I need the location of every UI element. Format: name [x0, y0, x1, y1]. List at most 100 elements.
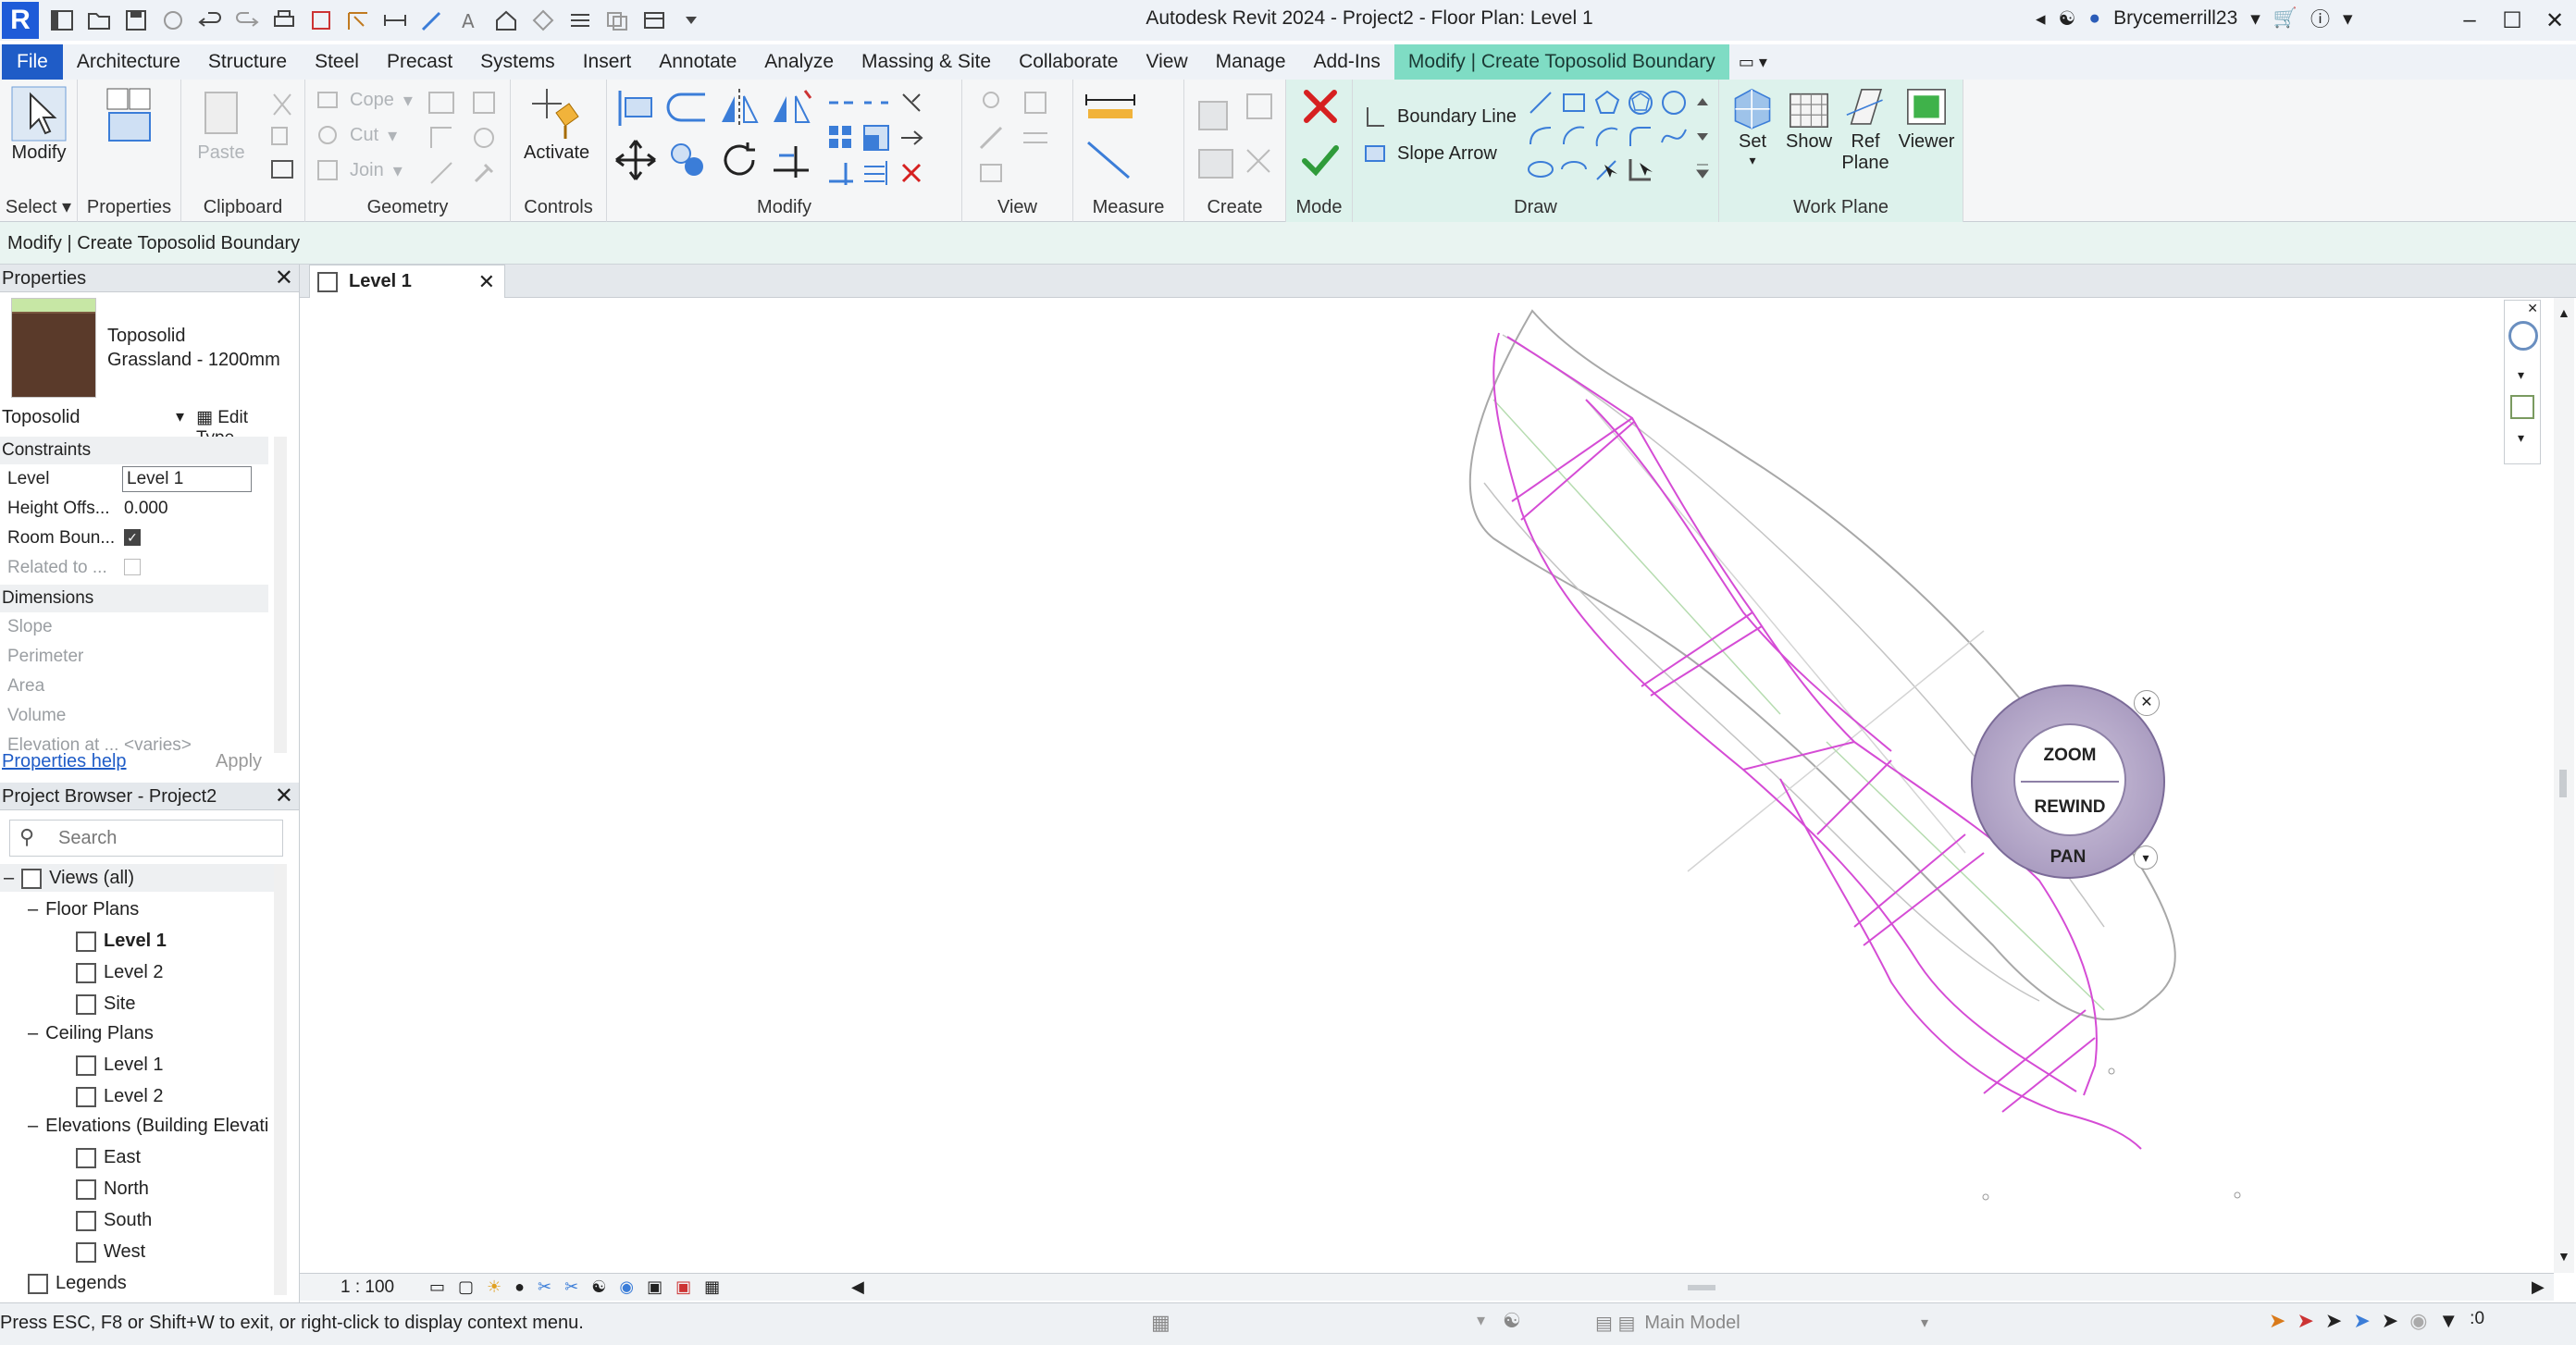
redo-icon[interactable]	[233, 6, 261, 34]
chevron-down-icon[interactable]: ▾	[176, 407, 184, 426]
revit-logo[interactable]: R	[2, 2, 39, 39]
join-button[interactable]: Join ▾	[315, 157, 402, 183]
ribbon-display-options-icon[interactable]: ▭ ▾	[1729, 44, 1777, 80]
view-tab-level-1[interactable]: Level 1 ✕	[309, 265, 505, 298]
trim-extend-icon[interactable]	[768, 137, 814, 183]
tree-north[interactable]: North	[76, 1178, 149, 1200]
type-selector[interactable]: Toposolid ▾ ▦ Edit Type	[0, 403, 291, 448]
cancel-edit-mode-icon[interactable]	[1299, 85, 1342, 128]
browser-search-input[interactable]: ⚲ Search	[9, 820, 283, 857]
fillet-arc-icon[interactable]	[1625, 120, 1656, 152]
tree-floor-plans[interactable]: – Floor Plans	[28, 899, 139, 920]
copy-element-icon[interactable]	[664, 137, 711, 183]
tab-massing-site[interactable]: Massing & Site	[848, 44, 1005, 80]
chevron-left-icon[interactable]: ◀	[851, 1277, 864, 1297]
user-icon[interactable]: ●	[2088, 7, 2100, 30]
partial-ellipse-icon[interactable]	[1558, 154, 1590, 185]
steering-wheel-icon[interactable]	[2508, 321, 2538, 351]
tree-elevations[interactable]: – Elevations (Building Elevati	[28, 1116, 270, 1137]
pick-lines-icon[interactable]	[1591, 154, 1623, 185]
detail-level-icon[interactable]: ▭	[429, 1277, 445, 1297]
export-icon[interactable]	[307, 6, 335, 34]
tab-architecture[interactable]: Architecture	[63, 44, 194, 80]
tree-legends[interactable]: Legends	[28, 1273, 127, 1294]
shadows-icon[interactable]: ●	[514, 1277, 525, 1297]
chevron-down-icon[interactable]: ▼	[2557, 1249, 2570, 1264]
hide-bulb-icon[interactable]	[975, 87, 1007, 118]
sun-path-icon[interactable]: ☀	[487, 1277, 502, 1297]
height-offset-field[interactable]: 0.000	[124, 494, 168, 524]
level-field[interactable]: Level 1	[122, 466, 252, 492]
copy-icon[interactable]	[266, 122, 298, 154]
rotate-icon[interactable]	[716, 137, 762, 183]
tab-insert[interactable]: Insert	[569, 44, 646, 80]
wheel-rewind[interactable]: REWIND	[2015, 797, 2124, 818]
circumscribed-polygon-icon[interactable]	[1625, 87, 1656, 118]
print-icon[interactable]	[270, 6, 298, 34]
section-constraints[interactable]: Constraints	[0, 437, 268, 464]
mirror-draw-icon[interactable]	[768, 85, 814, 131]
select-pinned-icon[interactable]: ➤	[2325, 1309, 2342, 1333]
hammer-icon[interactable]	[468, 157, 500, 189]
paste-button[interactable]: Paste	[192, 85, 250, 164]
properties-help-link[interactable]: Properties help	[2, 751, 127, 772]
constraints-icon[interactable]: ▦	[704, 1277, 720, 1297]
tab-steel[interactable]: Steel	[301, 44, 373, 80]
delete-icon[interactable]	[896, 157, 927, 189]
tree-cp-level-1[interactable]: Level 1	[76, 1055, 164, 1076]
split-element-icon[interactable]	[825, 87, 857, 118]
modify-button[interactable]: Modify	[6, 85, 72, 164]
move-icon[interactable]	[613, 137, 659, 183]
cut-icon[interactable]	[266, 89, 298, 120]
worksets-icon[interactable]: ▦	[1151, 1311, 1170, 1335]
analytical-model-icon[interactable]: ▣	[675, 1277, 691, 1297]
tree-east[interactable]: East	[76, 1147, 141, 1168]
minimize-icon[interactable]: –	[2448, 0, 2491, 41]
close-icon[interactable]: ✕	[2533, 0, 2576, 41]
visual-style-icon[interactable]: ▢	[458, 1277, 474, 1297]
background-process-icon[interactable]: ◉	[2409, 1309, 2427, 1333]
cart-icon[interactable]: 🛒	[2273, 7, 2297, 30]
tab-manage[interactable]: Manage	[1202, 44, 1300, 80]
draw-gallery-expand-icon[interactable]	[1691, 154, 1714, 185]
switch-windows-icon[interactable]	[640, 6, 668, 34]
spline-icon[interactable]	[1658, 120, 1690, 152]
activate-button[interactable]: Activate	[524, 85, 589, 164]
hide-element-icon[interactable]	[1020, 122, 1051, 154]
thin-lines-icon[interactable]	[566, 6, 594, 34]
chevron-right-icon[interactable]: ▶	[2532, 1277, 2545, 1297]
user-name[interactable]: Brycemerrill23	[2113, 7, 2237, 30]
viewer-button[interactable]: Viewer	[1897, 85, 1956, 153]
tab-collaborate[interactable]: Collaborate	[1005, 44, 1132, 80]
tree-fp-site[interactable]: Site	[76, 993, 135, 1015]
tab-structure[interactable]: Structure	[194, 44, 301, 80]
maximize-icon[interactable]: ☐	[2491, 0, 2533, 41]
tree-fp-level-1[interactable]: Level 1	[76, 931, 167, 952]
filter-icon[interactable]: ▼	[2438, 1309, 2458, 1333]
undo-icon[interactable]	[196, 6, 224, 34]
close-icon[interactable]: ✕	[478, 270, 495, 294]
binoculars-icon[interactable]: ☯	[2059, 7, 2076, 31]
measure-distance-icon[interactable]	[1083, 91, 1138, 128]
tree-fp-level-2[interactable]: Level 2	[76, 962, 164, 983]
crop-view-icon[interactable]: ✂	[538, 1277, 551, 1297]
array-icon[interactable]	[825, 122, 857, 154]
3d-view-icon[interactable]	[492, 6, 520, 34]
draw-gallery-down-icon[interactable]	[1691, 120, 1714, 152]
slope-arrow-button[interactable]: Slope Arrow	[1362, 141, 1497, 167]
close-icon[interactable]: ✕	[275, 783, 293, 810]
chevron-up-icon[interactable]: ▲	[2557, 305, 2570, 320]
linework-icon[interactable]	[975, 122, 1007, 154]
select-underlay-icon[interactable]: ➤	[2297, 1309, 2313, 1333]
room-bounding-checkbox[interactable]: ✓	[124, 529, 141, 546]
tree-west[interactable]: West	[76, 1241, 145, 1263]
wheel-menu-icon[interactable]: ▾	[2134, 845, 2158, 870]
pick-walls-icon[interactable]	[1625, 154, 1656, 185]
remove-paint-icon[interactable]	[468, 122, 500, 154]
create-parts-icon[interactable]	[1242, 141, 1279, 187]
cut-geometry-button[interactable]: Cut ▾	[315, 122, 397, 148]
match-type-icon[interactable]	[266, 154, 298, 185]
center-ends-arc-icon[interactable]	[1558, 120, 1590, 152]
tab-precast[interactable]: Precast	[373, 44, 466, 80]
drawing-area[interactable]	[300, 298, 2554, 1273]
